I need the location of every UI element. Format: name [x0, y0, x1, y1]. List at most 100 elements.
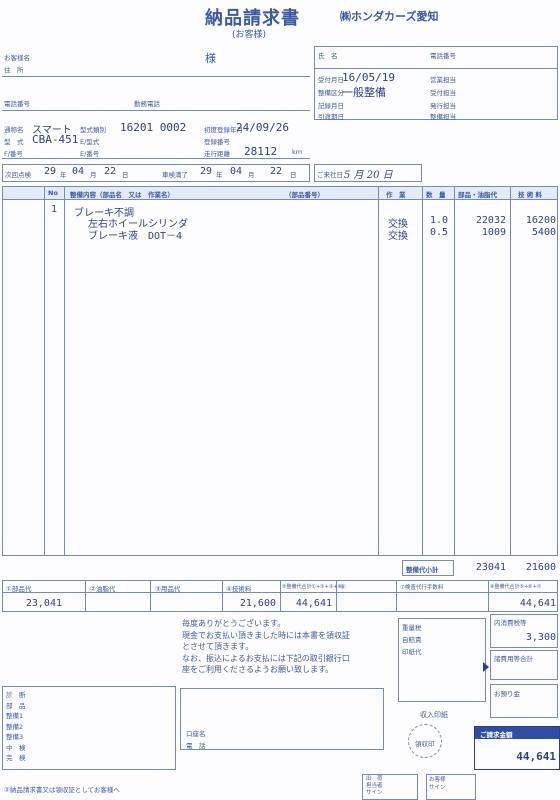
- mileage-unit: km: [292, 148, 303, 156]
- inspection-expiry-day: 22: [270, 166, 283, 177]
- type-class-value: 16201 0002: [120, 121, 187, 134]
- category-label: 整備区分: [318, 89, 344, 97]
- frame-number-label: F/番号: [4, 150, 23, 158]
- staff-maintenance-2: 整備2: [6, 722, 24, 731]
- deposit-label: お預り金: [494, 690, 520, 698]
- visit-date-value: 5 月 20 日: [344, 170, 393, 181]
- total-label-oil: ②油脂代: [90, 585, 116, 593]
- col-work: 作 業: [386, 191, 406, 199]
- expiry-year-unit: 年: [216, 171, 223, 179]
- col-part-no: （部品番号）: [285, 191, 324, 199]
- issuer-staff-label: 発行担当: [430, 102, 456, 110]
- staff-maintenance-1: 整備1: [6, 712, 24, 720]
- staff-final-check: 完 検: [6, 754, 26, 762]
- info-name-label: 氏 名: [318, 52, 338, 60]
- col-parts-fee: 部品・油脂代: [458, 191, 497, 199]
- registration-number-label: 登録番号: [204, 138, 230, 146]
- customer-address-label: 住 所: [4, 66, 24, 74]
- row-1-no: 1: [51, 204, 58, 215]
- total-sum-value: 44,641: [295, 598, 332, 609]
- misc-fees-label: 諸費用等合計: [494, 655, 533, 663]
- vehicle-model-value: CBA-451: [32, 133, 79, 146]
- message-line-1: 毎度ありがとうございます。: [182, 619, 286, 628]
- message-line-5: 座をご利用くださるようお願い致します。: [182, 665, 334, 674]
- bill-label: ご請求金額: [480, 731, 513, 739]
- phone-underline: [2, 110, 310, 111]
- row-3-parts: 1009: [481, 227, 506, 238]
- document-subtitle: (お客様): [232, 30, 267, 40]
- row-3-work: 交換: [388, 231, 408, 242]
- total-label-supplies: ③用品代: [155, 585, 181, 593]
- work-phone-label: 勤務電話: [134, 100, 160, 108]
- first-registration-value: 24/09/26: [236, 121, 289, 134]
- total-grand-value: 44,641: [519, 598, 556, 609]
- engine-number-label: E/番号: [80, 150, 100, 158]
- bank-phone-label: 電 話: [186, 742, 206, 750]
- staff-diagnosis: 診 断: [6, 691, 26, 699]
- message-line-4: なお、振込によるお支払には下記の取引銀行口: [182, 653, 350, 663]
- info-divider: [314, 68, 558, 69]
- bill-value: 44,641: [516, 750, 556, 763]
- inspection-expiry-label: 車検満了: [162, 171, 188, 179]
- delivery-date-label: 引渡期日: [318, 113, 344, 121]
- bank-account-label: 口座名: [186, 730, 206, 738]
- message-line-3: とさせて頂きます。: [182, 642, 254, 651]
- info-phone-label: 電話番号: [430, 52, 456, 60]
- maintenance-staff-label: 整備担当: [430, 113, 456, 121]
- total-label-parts: ①部品代: [6, 585, 32, 593]
- next-inspection-month: 04: [72, 166, 85, 177]
- signer-label: 出 荷 担当者 サイン: [366, 776, 383, 796]
- mileage-label: 走行距離: [204, 150, 230, 158]
- sales-staff-label: 営業担当: [430, 76, 456, 84]
- next-inspection-label: 次回点検: [5, 171, 31, 179]
- staff-list: 診 断 部 品 整備1 整備2 整備3 中 検 完 検: [6, 690, 26, 764]
- arrow-icon: [483, 662, 489, 672]
- row-3-tech: 5400: [531, 227, 556, 238]
- tax-label: 内消費税等: [494, 619, 527, 627]
- type-class-label: 型式類別: [80, 126, 106, 134]
- revenue-stamp-label: 収入印紙: [420, 711, 448, 719]
- next-inspection-year: 29: [44, 166, 57, 177]
- subtotal-tech: 21600: [525, 562, 556, 573]
- total-label-sum: ⑤整備代合計①+②+③+④: [282, 584, 342, 590]
- insurance-label: 自賠責: [402, 636, 422, 644]
- staff-box: [2, 686, 176, 770]
- weight-tax-label: 重量税: [402, 624, 422, 632]
- received-date-value: 16/05/19: [342, 71, 395, 84]
- tax-value: 3,300: [525, 632, 556, 643]
- customer-honorific: 様: [205, 52, 216, 65]
- vehicle-name-label: 通称名: [4, 126, 24, 134]
- bank-box: [180, 688, 384, 750]
- next-inspection-day: 22: [104, 166, 117, 177]
- next-month-unit: 月: [90, 171, 97, 179]
- thanks-message: 毎度ありがとうございます。 現金でお支払い頂きました時には本書を領収証 とさせて…: [182, 618, 350, 676]
- subtotal-label: 整備代小計: [406, 566, 439, 574]
- staff-mid-check: 中 検: [6, 743, 26, 752]
- mileage-value: 28112: [244, 145, 278, 158]
- expiry-day-unit: 日: [290, 171, 297, 179]
- total-label-tech: ④技術料: [226, 585, 252, 593]
- category-value: 一般整備: [342, 86, 386, 99]
- message-line-2: 現金でお支払い頂きました時には本書を領収証: [182, 630, 350, 640]
- row-2-qty: 1.0: [430, 215, 449, 226]
- stamp-fee-label: 印紙代: [402, 648, 422, 656]
- vehicle-underline: [2, 158, 310, 159]
- reception-staff-label: 受付担当: [430, 89, 456, 97]
- row-3-qty: 0.5: [430, 227, 449, 238]
- row-2-tech: 16200: [525, 215, 556, 226]
- col-content: 整備内容（部品名 又は 作業名）: [70, 191, 174, 199]
- total-label-grand: ⑧整備代合計⑤+⑥+⑦: [490, 584, 542, 590]
- visit-date-label: ご来社日: [317, 171, 343, 179]
- total-tech-value: 21,600: [239, 598, 276, 609]
- inspection-expiry-month: 04: [230, 166, 243, 177]
- next-day-unit: 日: [122, 171, 129, 179]
- total-label-inspection-fee: ⑦検査代行手数料: [400, 585, 444, 591]
- expiry-month-unit: 月: [248, 171, 255, 179]
- next-year-unit: 年: [60, 171, 67, 179]
- staff-maintenance-3: 整備3: [6, 733, 24, 741]
- col-tech-fee: 技 術 料: [518, 191, 543, 199]
- subtotal-parts: 23041: [475, 562, 506, 573]
- staff-parts: 部 品: [6, 701, 26, 710]
- customer-name-label: お客様名: [4, 54, 30, 62]
- customer-sign-label: お客様 サイン: [429, 777, 446, 791]
